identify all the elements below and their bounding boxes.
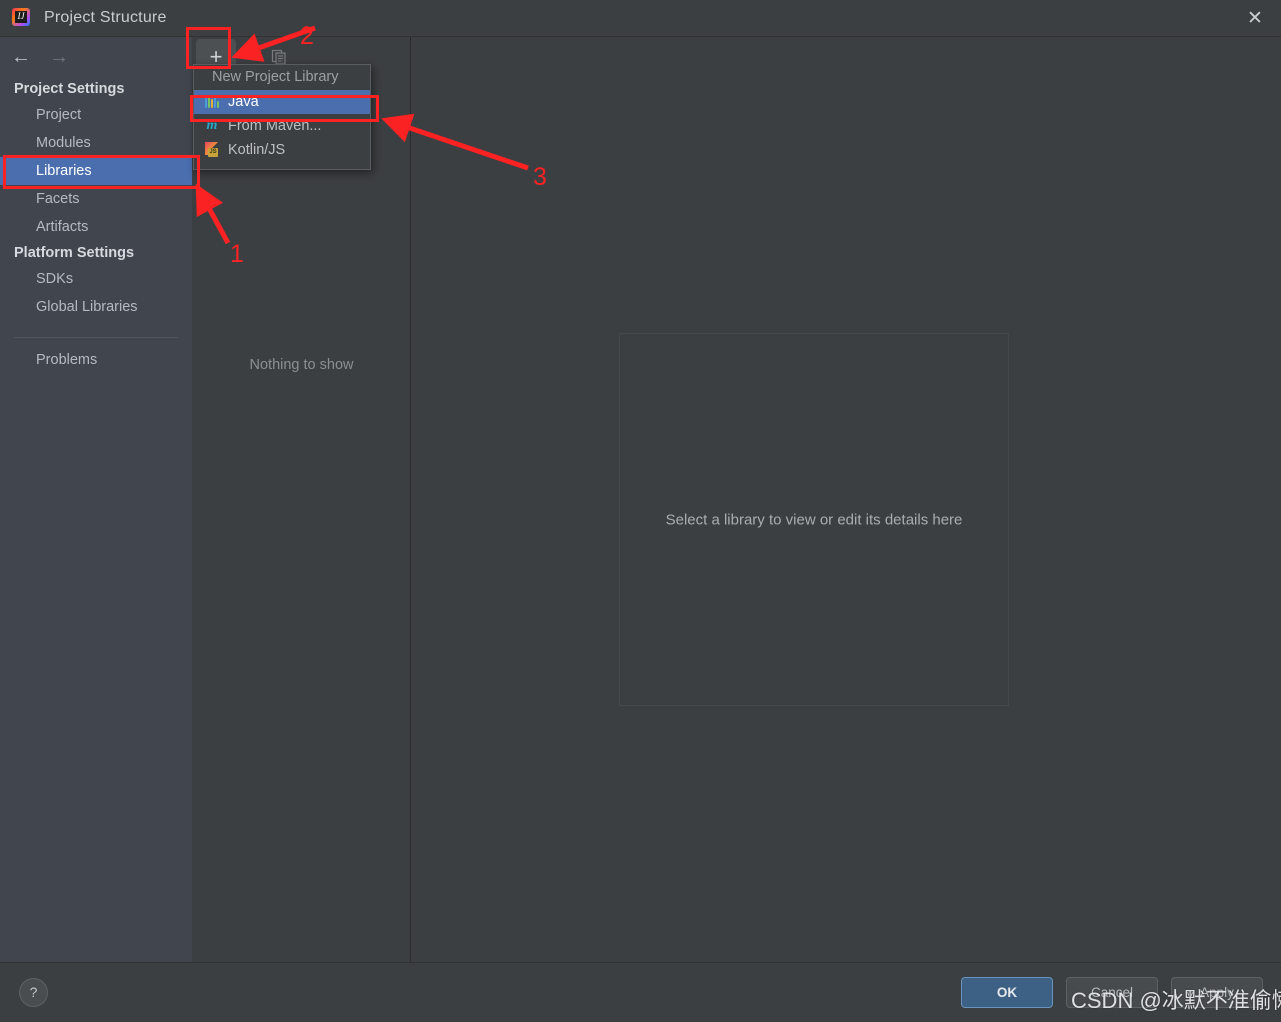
page-title: Project Structure bbox=[44, 9, 167, 26]
sidebar-item-project[interactable]: Project bbox=[0, 101, 192, 129]
library-detail-panel: Select a library to view or edit its det… bbox=[412, 36, 1281, 962]
menu-item-from-maven[interactable]: m From Maven... bbox=[194, 114, 370, 138]
new-library-dropdown-menu: New Project Library Java m From Maven...… bbox=[193, 64, 371, 170]
sidebar: ← → Project Settings Project Modules Lib… bbox=[0, 36, 192, 962]
menu-item-label: Java bbox=[228, 94, 259, 110]
dropdown-header: New Project Library bbox=[212, 69, 339, 85]
java-icon bbox=[204, 94, 220, 110]
cancel-button[interactable]: Cancel bbox=[1066, 977, 1158, 1008]
menu-item-kotlin-js[interactable]: JS Kotlin/JS bbox=[194, 138, 370, 162]
back-arrow-icon[interactable]: ← bbox=[10, 47, 32, 67]
apply-button[interactable]: Apply bbox=[1171, 977, 1263, 1008]
ok-button[interactable]: OK bbox=[961, 977, 1053, 1008]
detail-placeholder-box: Select a library to view or edit its det… bbox=[619, 333, 1009, 706]
intellij-idea-icon: IJ bbox=[10, 7, 32, 29]
sidebar-item-modules[interactable]: Modules bbox=[0, 129, 192, 157]
library-list-panel: + Nothing to show bbox=[192, 36, 411, 962]
sidebar-item-global-libraries[interactable]: Global Libraries bbox=[0, 293, 192, 321]
menu-item-java[interactable]: Java bbox=[194, 90, 370, 114]
sidebar-group-project-settings: Project Settings bbox=[14, 81, 125, 97]
title-bar: IJ Project Structure ✕ bbox=[0, 0, 1281, 36]
sidebar-item-artifacts[interactable]: Artifacts bbox=[0, 213, 192, 241]
project-structure-dialog: IJ Project Structure ✕ ← → Project Setti… bbox=[0, 0, 1281, 1022]
detail-placeholder-message: Select a library to view or edit its det… bbox=[665, 511, 963, 528]
help-button[interactable]: ? bbox=[19, 978, 48, 1007]
close-icon[interactable]: ✕ bbox=[1229, 0, 1281, 36]
menu-item-label: From Maven... bbox=[228, 118, 322, 134]
maven-icon: m bbox=[206, 118, 218, 133]
navigation-arrows: ← → bbox=[0, 37, 192, 77]
forward-arrow-icon[interactable]: → bbox=[48, 47, 70, 67]
sidebar-item-facets[interactable]: Facets bbox=[0, 185, 192, 213]
menu-item-label: Kotlin/JS bbox=[228, 142, 286, 158]
sidebar-item-sdks[interactable]: SDKs bbox=[0, 265, 192, 293]
kotlin-js-icon: JS bbox=[204, 142, 220, 158]
sidebar-item-problems[interactable]: Problems bbox=[0, 338, 192, 374]
sidebar-group-platform-settings: Platform Settings bbox=[14, 245, 135, 261]
empty-list-message: Nothing to show bbox=[249, 357, 354, 373]
sidebar-item-libraries[interactable]: Libraries bbox=[0, 157, 192, 185]
